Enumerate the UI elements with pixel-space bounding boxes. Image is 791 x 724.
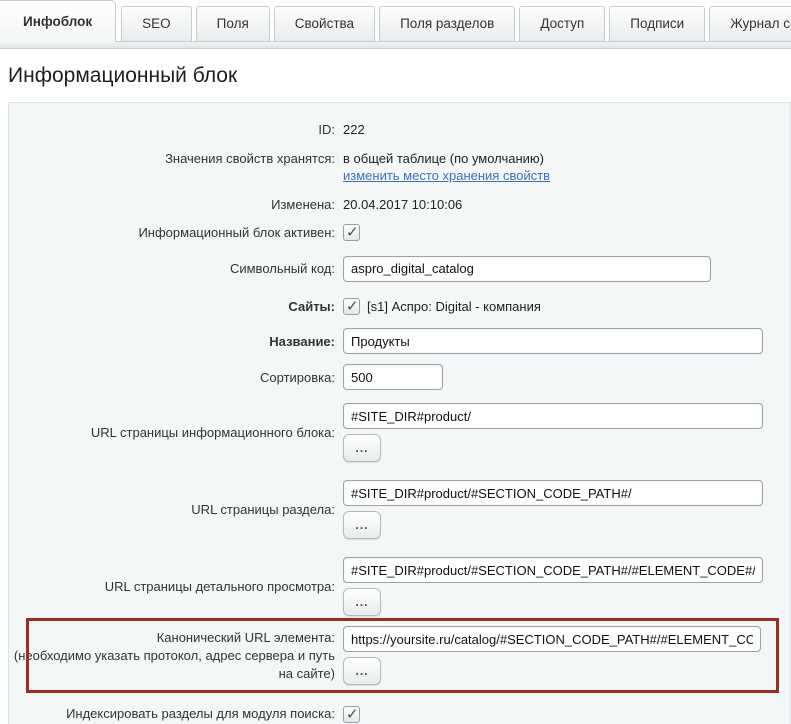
section-url-browse-button[interactable]: ...	[343, 511, 381, 539]
canonical-url-row: Канонический URL элемента: (необходимо у…	[9, 618, 790, 693]
modified-row: Изменена: 20.04.2017 10:10:06	[9, 196, 790, 214]
id-label: ID:	[9, 121, 343, 139]
id-row: ID: 222	[9, 121, 790, 139]
index-sections-label: Индексировать разделы для модуля поиска:	[9, 705, 343, 723]
tab-bar: Инфоблок SEO Поля Свойства Поля разделов…	[0, 0, 791, 41]
name-row: Название:	[9, 328, 790, 354]
tab-section-fields[interactable]: Поля разделов	[379, 6, 515, 41]
tab-infoblock[interactable]: Инфоблок	[0, 0, 116, 42]
list-url-input[interactable]	[343, 403, 763, 429]
name-label: Название:	[9, 333, 343, 351]
canonical-url-browse-button[interactable]: ...	[343, 657, 381, 685]
tab-event-log[interactable]: Журнал событий	[709, 6, 791, 41]
storage-row: Значения свойств хранятся: в общей табли…	[9, 150, 790, 185]
modified-label: Изменена:	[9, 196, 343, 214]
storage-change-link[interactable]: изменить место хранения свойств	[343, 168, 550, 183]
active-checkbox[interactable]	[343, 224, 360, 241]
code-row: Символьный код:	[9, 256, 790, 282]
code-label: Символьный код:	[9, 260, 343, 278]
sort-row: Сортировка:	[9, 364, 790, 390]
active-row: Информационный блок активен:	[9, 224, 790, 242]
section-url-row: URL страницы раздела: ...	[9, 480, 790, 539]
modified-value: 20.04.2017 10:10:06	[343, 196, 462, 214]
sites-label: Сайты:	[9, 298, 343, 316]
list-url-browse-button[interactable]: ...	[343, 434, 381, 462]
canonical-label: Канонический URL элемента:	[9, 629, 335, 647]
tab-seo[interactable]: SEO	[121, 6, 192, 41]
sort-input[interactable]	[343, 364, 443, 390]
canonical-url-input[interactable]	[343, 626, 761, 652]
tab-fields[interactable]: Поля	[196, 6, 270, 41]
symbolic-code-input[interactable]	[343, 256, 711, 282]
name-input[interactable]	[343, 328, 763, 354]
sites-checkbox[interactable]	[343, 298, 360, 315]
canonical-note: (необходимо указать протокол, адрес серв…	[9, 647, 335, 682]
sites-value: [s1] Аспро: Digital - компания	[367, 298, 541, 316]
section-url-input[interactable]	[343, 480, 763, 506]
index-sections-row: Индексировать разделы для модуля поиска:	[9, 705, 790, 723]
sites-row: Сайты: [s1] Аспро: Digital - компания	[9, 298, 790, 316]
detail-url-row: URL страницы детального просмотра: ...	[9, 557, 790, 616]
tab-signatures[interactable]: Подписи	[609, 6, 705, 41]
list-url-label: URL страницы информационного блока:	[9, 424, 343, 442]
detail-url-browse-button[interactable]: ...	[343, 588, 381, 616]
infoblock-form-panel: ID: 222 Значения свойств хранятся: в общ…	[8, 102, 791, 724]
detail-url-label: URL страницы детального просмотра:	[9, 578, 343, 596]
active-label: Информационный блок активен:	[9, 224, 343, 242]
index-sections-checkbox[interactable]	[343, 706, 360, 723]
tab-properties[interactable]: Свойства	[274, 6, 375, 41]
page-title: Информационный блок	[8, 64, 783, 88]
tab-strip-divider	[0, 41, 791, 49]
storage-label: Значения свойств хранятся:	[9, 150, 343, 168]
storage-value: в общей таблице (по умолчанию)	[343, 150, 550, 168]
list-url-row: URL страницы информационного блока: ...	[9, 403, 790, 462]
section-url-label: URL страницы раздела:	[9, 501, 343, 519]
id-value: 222	[343, 121, 365, 139]
detail-url-input[interactable]	[343, 557, 763, 583]
sort-label: Сортировка:	[9, 369, 343, 387]
tab-access[interactable]: Доступ	[519, 6, 605, 41]
